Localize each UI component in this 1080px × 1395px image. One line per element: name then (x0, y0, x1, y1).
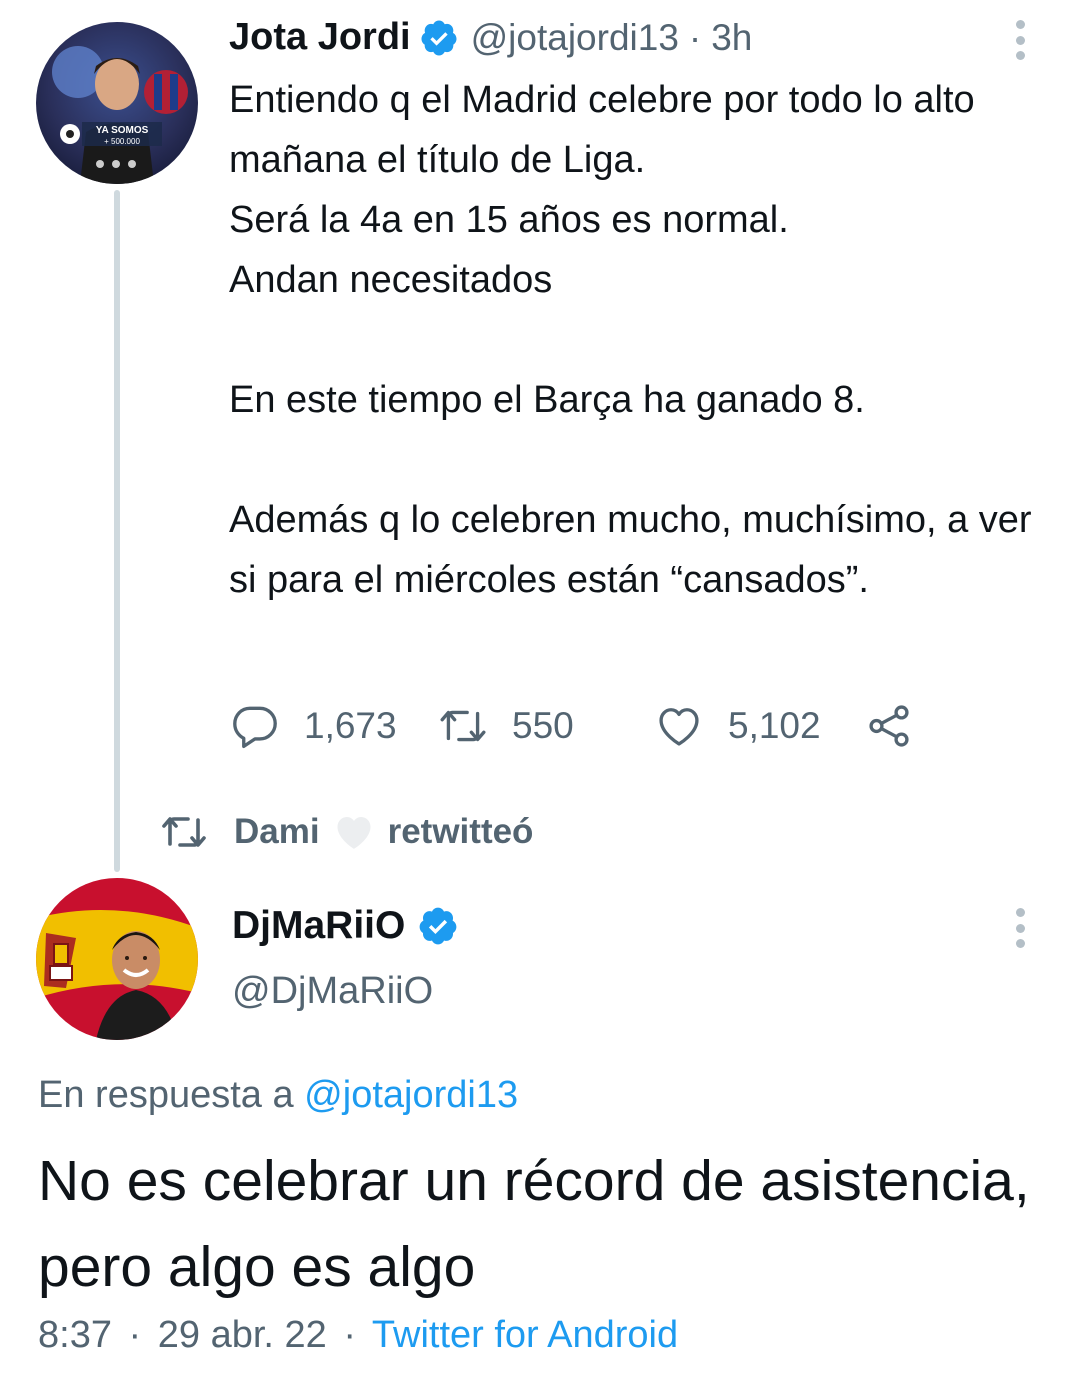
reply-button[interactable]: 1,673 (230, 696, 397, 756)
share-icon (869, 705, 909, 747)
svg-text:+ 500.000: + 500.000 (104, 137, 140, 146)
more-options-icon[interactable] (1011, 908, 1029, 948)
handle[interactable]: @jotajordi13 (471, 17, 679, 59)
tweet-time[interactable]: 8:37 (38, 1314, 112, 1356)
separator-dot: · (128, 1314, 142, 1356)
tweet-text-line: Entiendo q el Madrid celebre por todo lo… (229, 79, 975, 181)
retweeter-name[interactable]: Dami (234, 812, 320, 852)
tweet1-header: Jota Jordi @jotajordi13 · 3h (229, 16, 752, 59)
avatar-image (36, 878, 198, 1040)
thread-connector-line (114, 190, 120, 872)
tweet-date[interactable]: 29 abr. 22 (158, 1314, 327, 1356)
like-count: 5,102 (728, 705, 821, 746)
avatar-jotajordi[interactable]: YA SOMOS + 500.000 (36, 22, 198, 184)
retweeted-label: retwitteó (387, 812, 534, 851)
tweet-text-line: Será la 4a en 15 años es normal. (229, 199, 789, 241)
timestamp[interactable]: 3h (711, 17, 752, 59)
svg-text:YA SOMOS: YA SOMOS (96, 125, 149, 136)
retweet-icon (162, 817, 206, 847)
tweet2-text: No es celebrar un récord de asistencia, … (38, 1149, 1030, 1299)
tweet-text-line: Además q lo celebren mucho, muchísimo, a… (229, 499, 1032, 601)
display-name[interactable]: DjMaRiiO (232, 904, 405, 948)
tweet2-handle-row: @DjMaRiiO (232, 970, 433, 1013)
avatar-image: YA SOMOS + 500.000 (36, 22, 198, 184)
separator-dot: · (343, 1314, 357, 1356)
tweet2-metadata: 8:37 · 29 abr. 22 · Twitter for Android (38, 1314, 678, 1357)
verified-badge-icon (417, 905, 459, 947)
share-button[interactable] (864, 696, 914, 756)
separator-dot: · (688, 16, 702, 58)
replying-to: En respuesta a @jotajordi13 (38, 1074, 518, 1117)
tweet2-name-row: DjMaRiiO (232, 904, 459, 948)
retweeted-by-banner: Dami retwitteó (160, 808, 533, 856)
tweet-text-line: Andan necesitados (229, 259, 553, 301)
avatar-djmariio[interactable] (36, 878, 198, 1040)
more-options-icon[interactable] (1011, 20, 1029, 60)
tweet1-body: Entiendo q el Madrid celebre por todo lo… (229, 70, 1049, 610)
reply-count: 1,673 (304, 705, 397, 746)
like-button[interactable]: 5,102 (654, 696, 821, 756)
verified-badge-icon (419, 18, 459, 58)
retweet-count: 550 (512, 705, 574, 746)
heart-emoji-icon (337, 816, 371, 849)
heart-icon (659, 708, 699, 746)
reply-icon (233, 706, 277, 749)
reply-prefix: En respuesta a (38, 1074, 294, 1116)
retweet-button[interactable]: 550 (438, 696, 574, 756)
retweet-icon (440, 710, 486, 742)
tweet-text-line: En este tiempo el Barça ha ganado 8. (229, 379, 865, 421)
handle[interactable]: @DjMaRiiO (232, 970, 433, 1013)
tweet-source-link[interactable]: Twitter for Android (372, 1314, 678, 1356)
display-name[interactable]: Jota Jordi (229, 16, 411, 59)
reply-to-handle-link[interactable]: @jotajordi13 (304, 1074, 518, 1116)
